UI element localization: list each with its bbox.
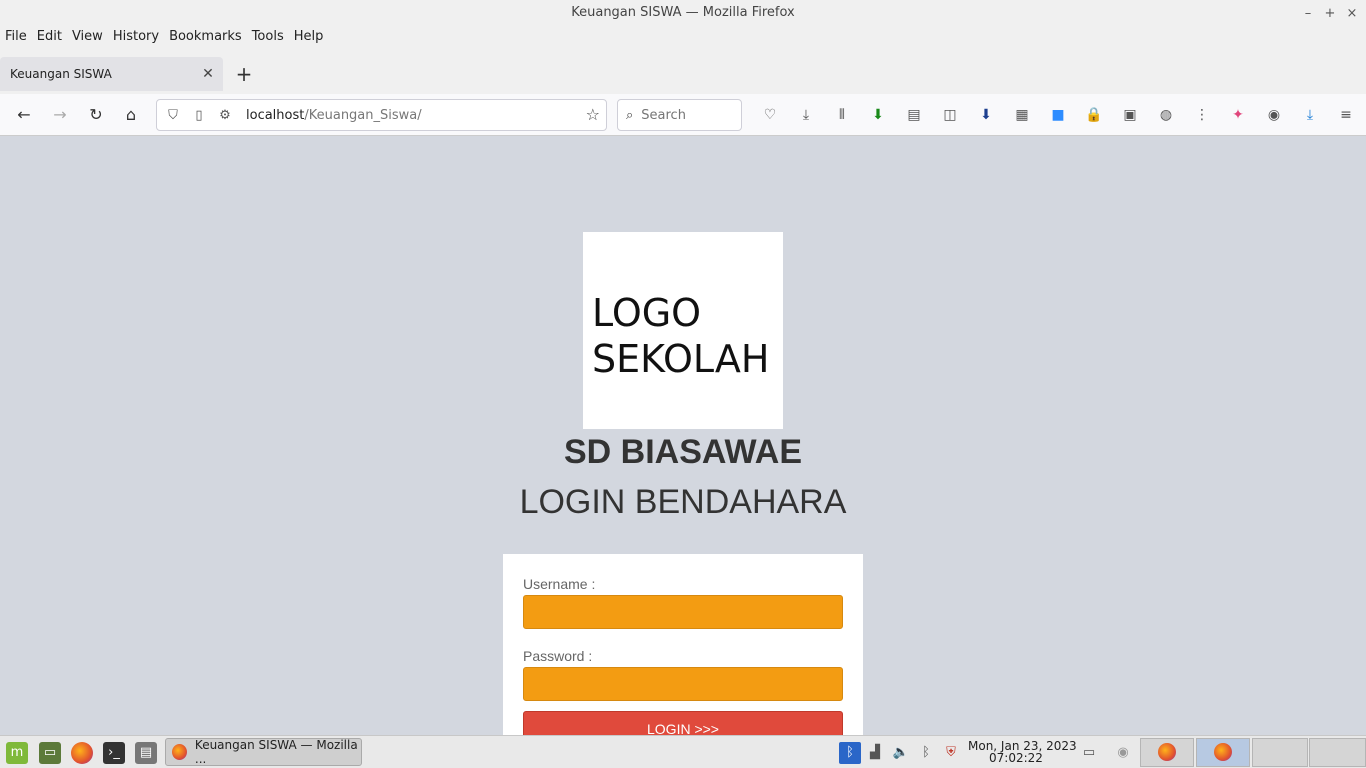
- bluetooth-icon[interactable]: ᛒ: [915, 742, 937, 764]
- login-button[interactable]: LOGIN >>>: [523, 711, 843, 735]
- logo-line-1: LOGO: [592, 291, 702, 335]
- menu-history[interactable]: History: [108, 27, 164, 49]
- taskbar-window-firefox[interactable]: Keuangan SISWA — Mozilla ...: [165, 738, 362, 766]
- logo-line-2: SEKOLAH: [592, 337, 770, 381]
- update-manager-icon[interactable]: ◉: [1112, 742, 1134, 764]
- menu-extension-icon[interactable]: ⋮: [1184, 102, 1220, 128]
- menubar: File Edit View History Bookmarks Tools H…: [0, 27, 1366, 49]
- tracking-shield-icon[interactable]: ⛉: [160, 108, 186, 123]
- tab-keuangan-siswa[interactable]: Keuangan SISWA ✕: [0, 57, 223, 91]
- zip-extension-icon[interactable]: ▤: [896, 102, 932, 128]
- terminal-icon[interactable]: ›_: [103, 742, 125, 764]
- url-bar[interactable]: ⛉ ▯ ⚙ localhost/Keuangan_Siswa/ ☆: [156, 99, 607, 131]
- color-extension-icon[interactable]: ✦: [1220, 102, 1256, 128]
- zoom-extension-icon[interactable]: ■: [1040, 102, 1076, 128]
- url-path: /Keuangan_Siswa/: [304, 107, 422, 123]
- green-download-extension-icon[interactable]: ⬇: [860, 102, 896, 128]
- menu-view[interactable]: View: [67, 27, 108, 49]
- home-icon[interactable]: ⌂: [118, 102, 144, 128]
- toolbar-extensions: ♡ ⤓ ⫴ ⬇ ▤ ◫ ⬇ ▦ ■ 🔒 ▣ ◍ ⋮ ✦ ◉ ⤓ ≡: [752, 102, 1364, 128]
- clock[interactable]: Mon, Jan 23, 2023 07:02:22: [968, 740, 1077, 764]
- lock-extension-icon[interactable]: 🔒: [1076, 102, 1112, 128]
- downloads-icon[interactable]: ⤓: [788, 102, 824, 128]
- qr-code-icon[interactable]: ▣: [1112, 102, 1148, 128]
- workspace-3[interactable]: [1252, 738, 1308, 767]
- library-icon[interactable]: ⫴: [824, 102, 860, 128]
- search-icon: ⌕: [626, 107, 634, 123]
- taskbar: m ▭ ›_ ▤ Keuangan SISWA — Mozilla ... ᛒ …: [0, 735, 1366, 768]
- workspace-firefox-icon: [1158, 743, 1176, 761]
- new-tab-icon[interactable]: +: [232, 63, 256, 87]
- security-shield-icon[interactable]: ⛨: [940, 742, 962, 764]
- page-info-icon[interactable]: ▯: [186, 108, 212, 123]
- record-extension-icon[interactable]: ◉: [1256, 102, 1292, 128]
- forward-icon[interactable]: →: [47, 102, 73, 128]
- password-label: Password :: [523, 648, 593, 664]
- menu-tools[interactable]: Tools: [247, 27, 289, 49]
- firefox-icon: [172, 744, 187, 760]
- reload-icon[interactable]: ↻: [83, 102, 109, 128]
- tab-close-icon[interactable]: ✕: [193, 66, 223, 82]
- network-signal-icon[interactable]: ▟: [864, 742, 886, 764]
- maximize-icon[interactable]: +: [1324, 1, 1336, 27]
- password-input[interactable]: [523, 667, 843, 701]
- window-controls: – + ×: [1302, 0, 1358, 27]
- window-title: Keuangan SISWA — Mozilla Firefox: [571, 5, 795, 20]
- save-extension-icon[interactable]: ⬇: [968, 102, 1004, 128]
- menu-edit[interactable]: Edit: [32, 27, 67, 49]
- permissions-icon[interactable]: ⚙: [212, 108, 238, 123]
- school-logo: LOGO SEKOLAH: [583, 232, 783, 429]
- tab-title: Keuangan SISWA: [10, 67, 112, 81]
- page-content: LOGO SEKOLAH SD BIASAWAE LOGIN BENDAHARA…: [0, 137, 1366, 735]
- school-name: SD BIASAWAE: [563, 433, 803, 471]
- menu-help[interactable]: Help: [289, 27, 329, 49]
- bookmark-star-icon[interactable]: ☆: [586, 105, 600, 124]
- back-icon[interactable]: ←: [11, 102, 37, 128]
- blue-download-icon[interactable]: ⤓: [1292, 102, 1328, 128]
- navigation-toolbar: ← → ↻ ⌂ ⛉ ▯ ⚙ localhost/Keuangan_Siswa/ …: [0, 94, 1366, 136]
- search-input[interactable]: [641, 107, 722, 123]
- pocket-icon[interactable]: ♡: [752, 102, 788, 128]
- battery-icon[interactable]: ▭: [1078, 742, 1100, 764]
- menu-bookmarks[interactable]: Bookmarks: [164, 27, 247, 49]
- reader-sidebar-icon[interactable]: ◫: [932, 102, 968, 128]
- firefox-launcher-icon[interactable]: [71, 742, 93, 764]
- file-manager-icon[interactable]: ▤: [135, 742, 157, 764]
- mint-menu-icon[interactable]: m: [6, 742, 28, 764]
- grid-extension-icon[interactable]: ▦: [1004, 102, 1040, 128]
- show-desktop-icon[interactable]: ▭: [39, 742, 61, 764]
- globe-extension-icon[interactable]: ◍: [1148, 102, 1184, 128]
- workspace-1[interactable]: [1140, 738, 1194, 767]
- workspace-2[interactable]: [1196, 738, 1250, 767]
- url-host: localhost: [246, 107, 305, 123]
- menu-file[interactable]: File: [0, 27, 32, 49]
- close-window-icon[interactable]: ×: [1346, 1, 1358, 27]
- clock-time: 07:02:22: [989, 751, 1043, 765]
- bluetooth-tray-icon[interactable]: ᛒ: [839, 742, 861, 764]
- username-input[interactable]: [523, 595, 843, 629]
- volume-icon[interactable]: 🔈: [890, 742, 912, 764]
- minimize-icon[interactable]: –: [1302, 1, 1314, 27]
- workspace-4[interactable]: [1309, 738, 1366, 767]
- app-menu-icon[interactable]: ≡: [1328, 102, 1364, 128]
- taskbar-window-label: Keuangan SISWA — Mozilla ...: [194, 738, 358, 766]
- workspace-firefox-icon: [1214, 743, 1232, 761]
- tab-strip: Keuangan SISWA ✕ +: [0, 49, 1366, 94]
- search-bar[interactable]: ⌕: [617, 99, 742, 131]
- login-heading: LOGIN BENDAHARA: [519, 483, 847, 521]
- window-titlebar: Keuangan SISWA — Mozilla Firefox – + ×: [0, 0, 1366, 27]
- username-label: Username :: [523, 576, 596, 592]
- login-form: Username : Password : LOGIN >>>: [503, 554, 863, 735]
